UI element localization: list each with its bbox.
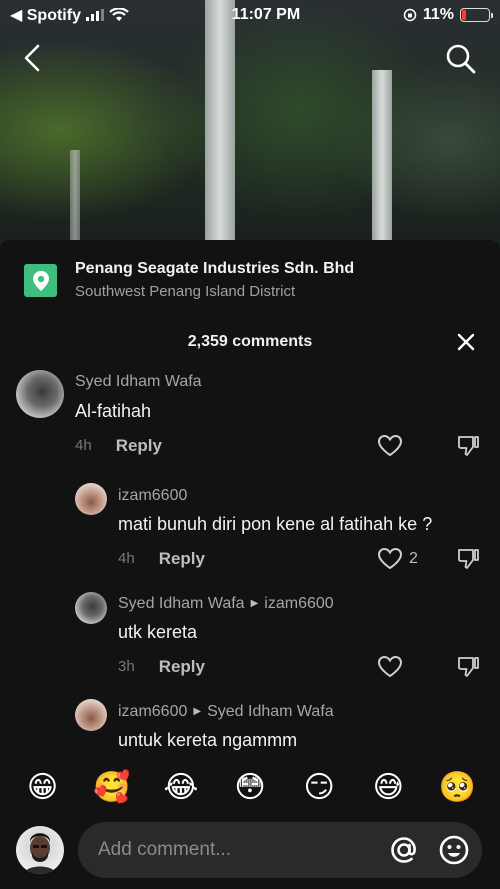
cellular-signal-icon	[85, 9, 104, 21]
comments-count: 2,359 comments	[187, 333, 313, 350]
video-background[interactable]	[0, 0, 500, 260]
comments-sheet: Penang Seagate Industries Sdn. Bhd South…	[0, 240, 500, 889]
comment-time: 4h	[118, 550, 135, 567]
comment-author-name[interactable]: izam6600	[118, 702, 187, 722]
back-button[interactable]	[18, 42, 48, 74]
emoji-button[interactable]: 😂	[161, 768, 201, 808]
comment-author[interactable]: izam6600	[118, 486, 187, 506]
location-row[interactable]: Penang Seagate Industries Sdn. Bhd South…	[24, 258, 354, 303]
reply-to-name[interactable]: izam6600	[264, 594, 333, 614]
comment-text: utk kereta	[118, 622, 198, 642]
reply-arrow-icon: ▶	[250, 598, 259, 609]
avatar[interactable]	[75, 699, 107, 731]
emoji-button[interactable]: 😅	[368, 768, 408, 808]
close-icon	[457, 333, 475, 351]
search-button[interactable]	[444, 42, 478, 76]
my-avatar	[16, 826, 64, 874]
comment-time: 3h	[118, 658, 135, 675]
thumbs-down-icon	[457, 549, 479, 569]
top-nav	[0, 40, 500, 76]
avatar[interactable]	[75, 592, 107, 624]
comment-input[interactable]	[98, 836, 378, 864]
reply-to-name[interactable]: Syed Idham Wafa	[207, 702, 334, 722]
comment-input-row	[0, 822, 500, 878]
reply-button[interactable]: Reply	[116, 436, 162, 456]
at-icon	[391, 837, 416, 863]
location-title: Penang Seagate Industries Sdn. Bhd	[75, 260, 355, 277]
comment-meta: 4h Reply	[118, 549, 205, 569]
mention-button[interactable]	[388, 834, 420, 866]
comment-text: untuk kereta ngammm	[118, 730, 298, 750]
reply-button[interactable]: Reply	[159, 657, 205, 677]
comment-text: mati bunuh diri pon kene al fatihah ke ?	[118, 514, 433, 534]
comment-author[interactable]: izam6600 ▶ Syed Idham Wafa	[118, 702, 334, 722]
comment-meta: 4h Reply	[75, 436, 162, 456]
wifi-icon	[109, 8, 129, 21]
street-pole	[372, 70, 392, 240]
reply-button[interactable]: Reply	[159, 549, 205, 569]
orientation-lock-icon	[403, 8, 417, 22]
emoji-button[interactable]: 🥺	[437, 768, 477, 808]
emoji-button[interactable]: 🥰	[92, 768, 132, 808]
emoji-button[interactable]: 😏	[299, 768, 339, 808]
like-button[interactable]	[377, 434, 403, 458]
emoji-button[interactable]: 😳	[230, 768, 270, 808]
dislike-button[interactable]	[456, 655, 480, 684]
reply-arrow-icon: ▶	[193, 706, 202, 717]
dislike-button[interactable]	[456, 547, 480, 576]
heart-icon	[377, 434, 403, 457]
battery-icon	[460, 8, 493, 22]
comment-meta: 3h Reply	[118, 657, 205, 677]
street-pole	[70, 150, 80, 240]
comment-author-name[interactable]: izam6600	[118, 486, 187, 506]
smiley-icon	[439, 835, 469, 865]
dislike-button[interactable]	[456, 434, 480, 463]
comment-input-box[interactable]	[78, 822, 482, 878]
chevron-left-icon	[24, 44, 40, 72]
like-count: 2	[409, 550, 418, 567]
heart-icon	[377, 655, 403, 678]
status-time: 11:07 PM	[231, 6, 301, 23]
like-button[interactable]	[377, 655, 403, 679]
comment-author[interactable]: Syed Idham Wafa	[75, 372, 202, 392]
location-subtitle: Southwest Penang Island District	[75, 283, 296, 300]
emoji-picker-button[interactable]	[438, 834, 470, 866]
location-pin-icon	[24, 264, 57, 297]
comment-author[interactable]: Syed Idham Wafa ▶ izam6600	[118, 594, 334, 614]
heart-icon	[377, 547, 403, 570]
thumbs-down-icon	[457, 657, 479, 677]
street-pole	[205, 0, 235, 240]
comment-author-name[interactable]: Syed Idham Wafa	[75, 372, 202, 392]
avatar[interactable]	[75, 483, 107, 515]
battery-percent: 11%	[422, 6, 454, 23]
like-button[interactable]: 2	[377, 547, 418, 571]
comment-text: Al-fatihah	[75, 401, 152, 421]
emoji-button[interactable]: 😁	[23, 768, 63, 808]
back-to-app-label[interactable]: ◀ Spotify	[10, 5, 81, 25]
close-button[interactable]	[456, 332, 476, 352]
avatar[interactable]	[16, 370, 64, 418]
comment-time: 4h	[75, 437, 92, 454]
emoji-quick-bar: 😁 🥰 😂 😳 😏 😅 🥺	[0, 768, 500, 808]
comment-author-name[interactable]: Syed Idham Wafa	[118, 594, 245, 614]
thumbs-down-icon	[457, 436, 479, 456]
user-photo-icon	[24, 833, 56, 874]
status-bar: ◀ Spotify 11:07 PM 11%	[0, 0, 500, 30]
search-icon	[446, 44, 476, 74]
